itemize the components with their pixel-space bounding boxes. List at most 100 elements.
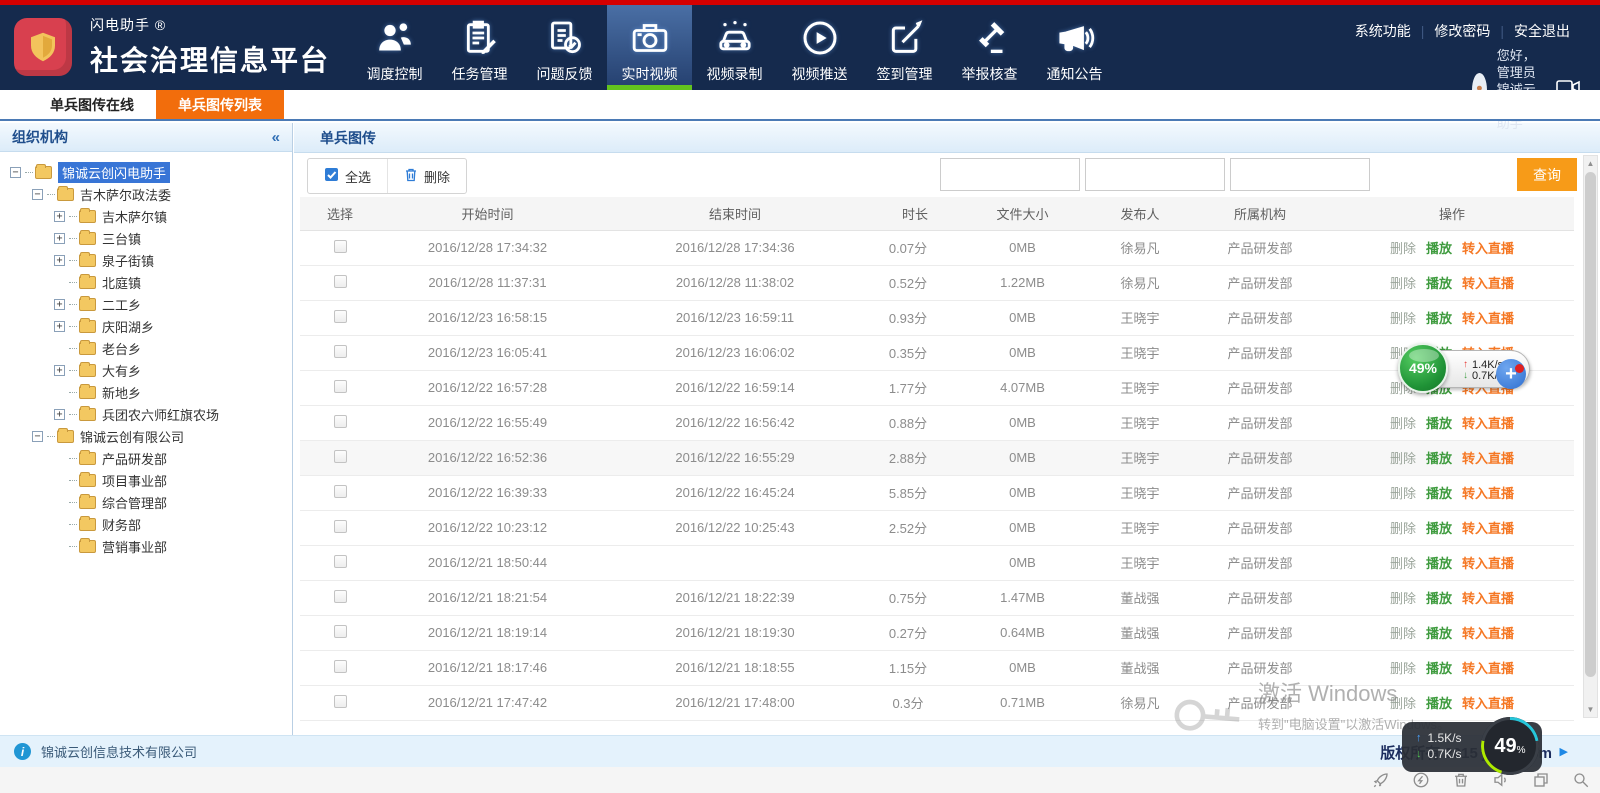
row-play-link[interactable]: 播放: [1426, 241, 1452, 256]
row-checkbox[interactable]: [334, 520, 347, 533]
row-delete-link[interactable]: 删除: [1390, 451, 1416, 466]
memory-usage-ball[interactable]: 49%: [1398, 343, 1448, 393]
sidebar-collapse-icon[interactable]: «: [272, 129, 280, 146]
nav-item-issue-feedback[interactable]: 问题反馈: [522, 5, 607, 90]
row-checkbox[interactable]: [334, 695, 347, 708]
collapse-node-icon[interactable]: −: [10, 167, 21, 178]
nav-item-task-management[interactable]: 任务管理: [437, 5, 522, 90]
accelerate-plus-button[interactable]: +: [1496, 359, 1526, 389]
query-button[interactable]: 查询: [1517, 158, 1577, 191]
row-play-link[interactable]: 播放: [1426, 556, 1452, 571]
tab-1[interactable]: 单兵图传列表: [156, 90, 284, 119]
tree-node[interactable]: 财务部: [10, 513, 292, 535]
top-link-1[interactable]: 修改密码: [1424, 23, 1500, 39]
row-play-link[interactable]: 播放: [1426, 696, 1452, 711]
row-checkbox[interactable]: [334, 380, 347, 393]
row-delete-link[interactable]: 删除: [1390, 521, 1416, 536]
tree-node-label[interactable]: 老台乡: [102, 339, 141, 358]
expand-node-icon[interactable]: +: [54, 233, 65, 244]
tree-node-label[interactable]: 三台镇: [102, 229, 141, 248]
row-to-live-link[interactable]: 转入直播: [1462, 626, 1514, 641]
row-play-link[interactable]: 播放: [1426, 276, 1452, 291]
nav-item-dispatch-control[interactable]: 调度控制: [352, 5, 437, 90]
row-checkbox[interactable]: [334, 240, 347, 253]
tree-node[interactable]: +吉木萨尔镇: [10, 205, 292, 227]
select-all-button[interactable]: 全选: [308, 159, 387, 193]
row-checkbox[interactable]: [334, 450, 347, 463]
tree-node[interactable]: − 吉木萨尔政法委: [10, 183, 292, 205]
tree-node[interactable]: + 兵团农六师红旗农场: [10, 403, 292, 425]
expand-node-icon[interactable]: +: [54, 299, 65, 310]
top-link-2[interactable]: 安全退出: [1504, 23, 1580, 39]
row-checkbox[interactable]: [334, 660, 347, 673]
tree-node[interactable]: 新地乡: [10, 381, 292, 403]
nav-item-report-verification[interactable]: 举报核查: [947, 5, 1032, 90]
scrollbar-thumb[interactable]: [1585, 172, 1596, 677]
restore-window-icon[interactable]: [1532, 771, 1550, 793]
row-to-live-link[interactable]: 转入直播: [1462, 311, 1514, 326]
tree-node[interactable]: + 泉子街镇: [10, 249, 292, 271]
tree-node[interactable]: −锦诚云创有限公司: [10, 425, 292, 447]
row-to-live-link[interactable]: 转入直播: [1462, 416, 1514, 431]
row-checkbox[interactable]: [334, 415, 347, 428]
footer-expand-icon[interactable]: ▶: [1560, 745, 1568, 758]
tree-node[interactable]: 综合管理部: [10, 491, 292, 513]
expand-node-icon[interactable]: +: [54, 255, 65, 266]
tree-node-label[interactable]: 营销事业部: [102, 537, 167, 556]
search-input-2[interactable]: [1085, 158, 1225, 191]
row-to-live-link[interactable]: 转入直播: [1462, 241, 1514, 256]
trash-cleaner-icon[interactable]: [1452, 771, 1470, 793]
row-to-live-link[interactable]: 转入直播: [1462, 696, 1514, 711]
tree-node-label[interactable]: 新地乡: [102, 383, 141, 402]
search-input-1[interactable]: [940, 158, 1080, 191]
row-delete-link[interactable]: 删除: [1390, 241, 1416, 256]
row-play-link[interactable]: 播放: [1426, 451, 1452, 466]
row-delete-link[interactable]: 删除: [1390, 486, 1416, 501]
row-checkbox[interactable]: [334, 485, 347, 498]
tree-node[interactable]: 产品研发部: [10, 447, 292, 469]
nav-item-notice-announcement[interactable]: 通知公告: [1032, 5, 1117, 90]
tree-node-label[interactable]: 兵团农六师红旗农场: [102, 405, 219, 424]
row-to-live-link[interactable]: 转入直播: [1462, 276, 1514, 291]
row-play-link[interactable]: 播放: [1426, 311, 1452, 326]
row-delete-link[interactable]: 删除: [1390, 556, 1416, 571]
tree-node[interactable]: + 庆阳湖乡: [10, 315, 292, 337]
tree-node-label[interactable]: 泉子街镇: [102, 251, 154, 270]
nav-item-checkin-management[interactable]: 签到管理: [862, 5, 947, 90]
expand-node-icon[interactable]: +: [54, 409, 65, 420]
row-to-live-link[interactable]: 转入直播: [1462, 661, 1514, 676]
row-play-link[interactable]: 播放: [1426, 591, 1452, 606]
row-checkbox[interactable]: [334, 275, 347, 288]
scroll-down-icon[interactable]: ▼: [1584, 705, 1597, 714]
tree-node-label[interactable]: 吉木萨尔政法委: [80, 185, 171, 204]
expand-node-icon[interactable]: +: [54, 211, 65, 222]
tab-0[interactable]: 单兵图传在线: [28, 90, 156, 119]
tree-node-label[interactable]: 北庭镇: [102, 273, 141, 292]
search-zoom-icon[interactable]: [1572, 771, 1590, 793]
tree-node[interactable]: + 三台镇: [10, 227, 292, 249]
tree-node-label[interactable]: 锦诚云创有限公司: [80, 427, 184, 446]
tree-node[interactable]: −锦诚云创闪电助手: [10, 161, 292, 183]
rocket-boost-icon[interactable]: [1372, 771, 1390, 793]
delete-button[interactable]: 删除: [387, 159, 466, 193]
row-play-link[interactable]: 播放: [1426, 486, 1452, 501]
tree-node-label[interactable]: 庆阳湖乡: [102, 317, 154, 336]
tree-node-label[interactable]: 项目事业部: [102, 471, 167, 490]
tree-node[interactable]: +二工乡: [10, 293, 292, 315]
row-play-link[interactable]: 播放: [1426, 416, 1452, 431]
tree-node-label[interactable]: 财务部: [102, 515, 141, 534]
tree-node[interactable]: 营销事业部: [10, 535, 292, 557]
row-delete-link[interactable]: 删除: [1390, 661, 1416, 676]
row-play-link[interactable]: 播放: [1426, 521, 1452, 536]
row-to-live-link[interactable]: 转入直播: [1462, 556, 1514, 571]
row-delete-link[interactable]: 删除: [1390, 696, 1416, 711]
memory-usage-ball-dark[interactable]: 49 %: [1481, 717, 1539, 775]
expand-node-icon[interactable]: +: [54, 321, 65, 332]
row-play-link[interactable]: 播放: [1426, 626, 1452, 641]
collapse-node-icon[interactable]: −: [32, 189, 43, 200]
tree-node-label[interactable]: 综合管理部: [102, 493, 167, 512]
row-to-live-link[interactable]: 转入直播: [1462, 521, 1514, 536]
expand-node-icon[interactable]: +: [54, 365, 65, 376]
row-to-live-link[interactable]: 转入直播: [1462, 486, 1514, 501]
row-delete-link[interactable]: 删除: [1390, 276, 1416, 291]
